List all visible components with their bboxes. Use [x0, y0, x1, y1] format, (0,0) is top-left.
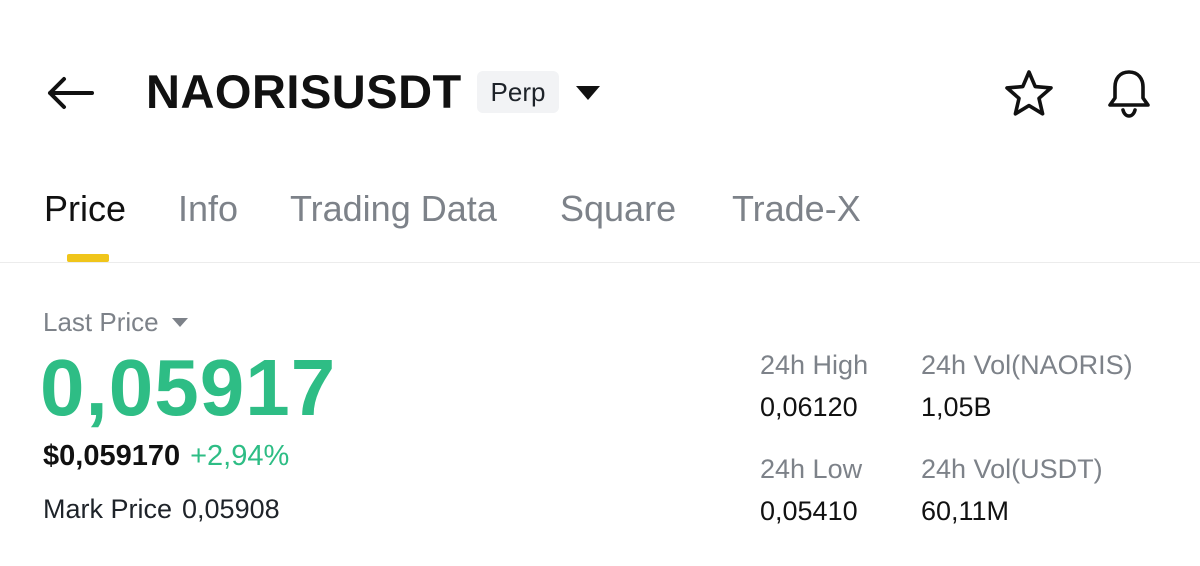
active-tab-indicator — [67, 254, 109, 262]
symbol-dropdown-button[interactable] — [570, 76, 606, 110]
usd-price-value: $0,059170 — [43, 440, 181, 472]
star-outline-icon — [1005, 70, 1053, 116]
favorite-button[interactable] — [1000, 66, 1058, 120]
tab-trade-x[interactable]: Trade-X — [732, 186, 861, 232]
price-alert-button[interactable] — [1100, 64, 1158, 122]
stat-24h-high-value: 0,06120 — [760, 392, 858, 422]
usd-price-line: $0,059170 +2,94% — [43, 438, 289, 474]
mark-price-label: Mark Price — [43, 494, 173, 524]
tab-price[interactable]: Price — [44, 186, 126, 232]
symbol-title[interactable]: NAORISUSDT — [146, 64, 462, 120]
caret-down-icon — [171, 317, 188, 327]
stat-24h-vol-base-label: 24h Vol(NAORIS) — [921, 350, 1133, 380]
tabs-divider — [0, 262, 1200, 263]
last-price-value: 0,05917 — [40, 343, 337, 432]
mark-price-line: Mark Price 0,05908 — [43, 492, 280, 526]
contract-type-badge: Perp — [477, 71, 559, 113]
last-price-selector[interactable]: Last Price — [43, 306, 189, 338]
back-button[interactable] — [40, 66, 100, 120]
last-price-label: Last Price — [43, 307, 159, 337]
tab-trading-data[interactable]: Trading Data — [290, 186, 497, 232]
tab-info[interactable]: Info — [178, 186, 238, 232]
stat-24h-high-label: 24h High — [760, 350, 869, 380]
stat-24h-low-value: 0,05410 — [760, 496, 858, 526]
mark-price-value: 0,05908 — [182, 494, 280, 524]
bell-icon — [1108, 70, 1150, 118]
arrow-left-icon — [48, 77, 94, 109]
price-change-percent: +2,94% — [190, 440, 290, 472]
caret-down-icon — [576, 86, 600, 100]
tab-square[interactable]: Square — [560, 186, 676, 232]
stat-24h-vol-quote-label: 24h Vol(USDT) — [921, 454, 1103, 484]
stat-24h-vol-quote-value: 60,11M — [921, 496, 1010, 526]
stat-24h-vol-base-value: 1,05B — [921, 392, 992, 422]
stat-24h-low-label: 24h Low — [760, 454, 863, 484]
